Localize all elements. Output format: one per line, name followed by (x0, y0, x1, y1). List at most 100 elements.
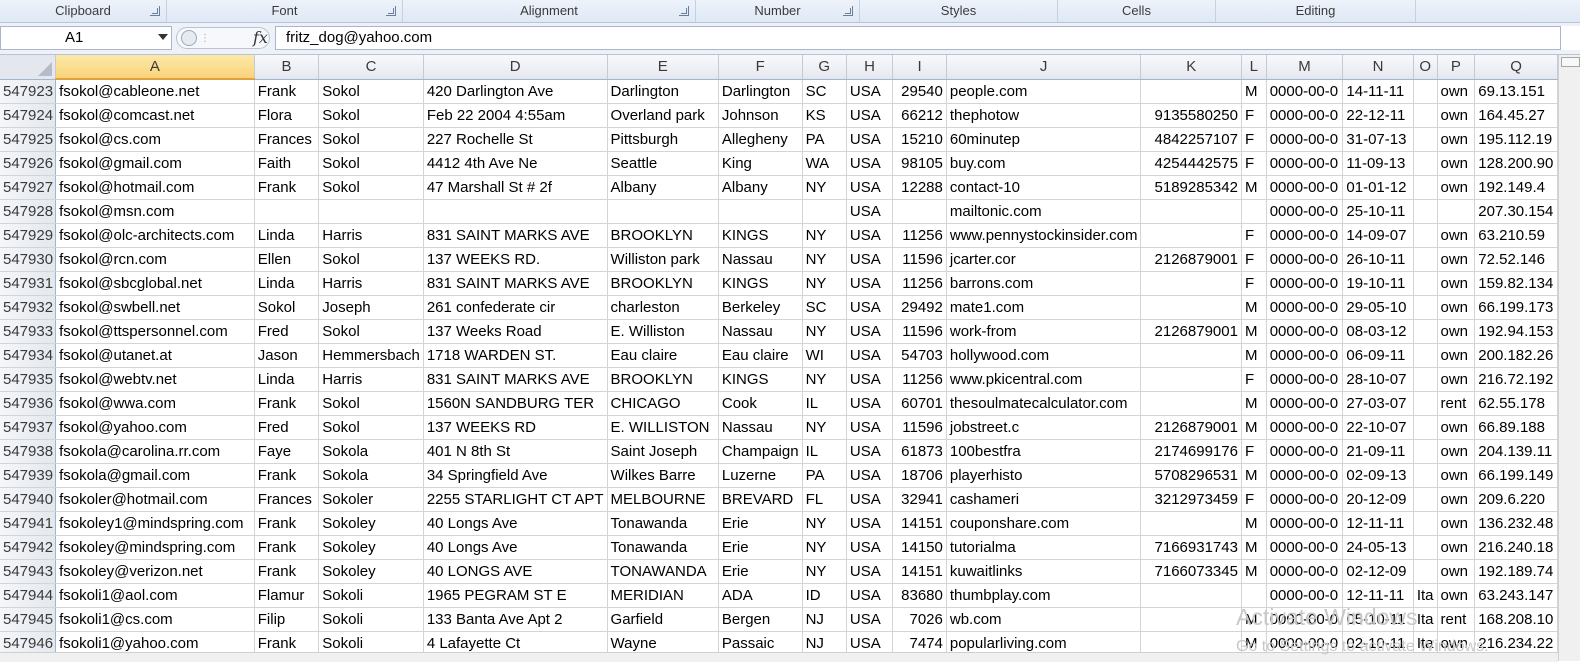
ribbon-group-number[interactable]: Number (696, 0, 860, 22)
cell-d[interactable]: Feb 22 2004 4:55am (423, 103, 608, 128)
cell-a[interactable]: fsokol@comcast.net (55, 103, 255, 128)
cell-h[interactable]: USA (846, 439, 894, 464)
cell-i[interactable]: 11256 (892, 271, 947, 296)
cell-b[interactable]: Frank (254, 463, 320, 488)
cell-f[interactable]: Bergen (718, 607, 803, 632)
cell-l[interactable]: F (1241, 367, 1267, 392)
cell-g[interactable]: NJ (802, 607, 847, 632)
cell-h[interactable]: USA (846, 367, 894, 392)
row-header[interactable]: 547928 (0, 199, 57, 224)
cell-o[interactable] (1413, 559, 1438, 584)
cell-h[interactable]: USA (846, 535, 894, 560)
cell-n[interactable]: 19-10-11 (1342, 271, 1414, 296)
cell-g[interactable]: FL (802, 487, 847, 512)
cell-g[interactable]: PA (802, 127, 847, 152)
cell-q[interactable]: 136.232.48 (1474, 511, 1558, 536)
cell-e[interactable]: Tonawanda (607, 535, 719, 560)
cell-n[interactable]: 25-10-11 (1342, 199, 1414, 224)
cell-o[interactable] (1413, 199, 1438, 224)
row-header[interactable]: 547946 (0, 631, 57, 652)
cell-o[interactable] (1413, 391, 1438, 416)
cell-e[interactable]: MERIDIAN (607, 583, 719, 608)
cell-k[interactable] (1140, 271, 1242, 296)
cell-p[interactable]: own (1437, 415, 1476, 440)
cell-e[interactable]: Pittsburgh (607, 127, 719, 152)
cell-c[interactable]: Sokoley (318, 535, 424, 560)
cell-e[interactable]: Garfield (607, 607, 719, 632)
cell-a[interactable]: fsokoley1@mindspring.com (55, 511, 255, 536)
cell-a[interactable]: fsokol@rcn.com (55, 247, 255, 272)
select-all-button[interactable] (0, 55, 57, 80)
cell-h[interactable]: USA (846, 127, 894, 152)
ribbon-group-cells[interactable]: Cells (1058, 0, 1216, 22)
cell-i[interactable]: 14150 (892, 535, 947, 560)
cell-m[interactable]: 0000-00-0 (1266, 559, 1344, 584)
cell-k[interactable] (1140, 295, 1242, 320)
cell-m[interactable]: 0000-00-0 (1266, 343, 1344, 368)
cell-d[interactable]: 137 WEEKS RD. (423, 247, 608, 272)
cell-j[interactable]: thesoulmatecalculator.com (946, 391, 1142, 416)
cell-f[interactable]: KINGS (718, 367, 803, 392)
cell-j[interactable]: tutorialma (946, 535, 1142, 560)
cell-i[interactable] (892, 199, 947, 224)
cell-m[interactable]: 0000-00-0 (1266, 247, 1344, 272)
dialog-launcher-icon[interactable] (150, 6, 160, 16)
cell-i[interactable]: 7474 (892, 631, 947, 652)
cell-o[interactable] (1413, 247, 1438, 272)
cell-f[interactable]: BREVARD (718, 487, 803, 512)
cell-m[interactable]: 0000-00-0 (1266, 487, 1344, 512)
cell-g[interactable]: NY (802, 559, 847, 584)
cell-l[interactable]: F (1241, 103, 1267, 128)
cell-o[interactable] (1413, 535, 1438, 560)
cell-c[interactable]: Sokol (318, 79, 424, 104)
worksheet-grid[interactable]: ABCDEFGHIJKLMNOPQ 547923 fsokol@cableone.… (0, 55, 1558, 652)
cell-k[interactable]: 7166073345 (1140, 559, 1242, 584)
row-header[interactable]: 547942 (0, 535, 57, 560)
cell-b[interactable]: Flora (254, 103, 320, 128)
cell-e[interactable]: Darlington (607, 79, 719, 104)
cell-n[interactable]: 02-09-13 (1342, 463, 1414, 488)
cell-p[interactable]: own (1437, 487, 1476, 512)
cell-n[interactable]: 08-03-12 (1342, 319, 1414, 344)
cell-q[interactable]: 66.199.173 (1474, 295, 1558, 320)
row-header[interactable]: 547923 (0, 79, 57, 104)
cell-l[interactable]: M (1241, 295, 1267, 320)
cell-f[interactable]: ADA (718, 583, 803, 608)
column-header-c[interactable]: C (318, 55, 424, 80)
cell-l[interactable]: M (1241, 391, 1267, 416)
cell-f[interactable]: Nassau (718, 319, 803, 344)
cell-b[interactable]: Frank (254, 535, 320, 560)
cell-d[interactable]: 831 SAINT MARKS AVE (423, 223, 608, 248)
row-header[interactable]: 547938 (0, 439, 57, 464)
cell-o[interactable] (1413, 271, 1438, 296)
cell-l[interactable]: F (1241, 439, 1267, 464)
cell-l[interactable]: F (1241, 127, 1267, 152)
cell-b[interactable]: Fred (254, 415, 320, 440)
cell-d[interactable]: 40 Longs Ave (423, 511, 608, 536)
cell-j[interactable]: contact-10 (946, 175, 1142, 200)
cell-e[interactable]: MELBOURNE (607, 487, 719, 512)
cell-d[interactable]: 831 SAINT MARKS AVE (423, 367, 608, 392)
column-header-n[interactable]: N (1342, 55, 1414, 80)
column-header-g[interactable]: G (802, 55, 847, 80)
cell-g[interactable]: SC (802, 295, 847, 320)
row-header[interactable]: 547935 (0, 367, 57, 392)
cell-i[interactable]: 83680 (892, 583, 947, 608)
cell-q[interactable]: 63.243.147 (1474, 583, 1558, 608)
cell-l[interactable]: M (1241, 415, 1267, 440)
cell-c[interactable]: Sokoley (318, 511, 424, 536)
cell-b[interactable]: Frank (254, 79, 320, 104)
cell-d[interactable]: 4 Lafayette Ct (423, 631, 608, 652)
cell-j[interactable]: jobstreet.c (946, 415, 1142, 440)
row-header[interactable]: 547945 (0, 607, 57, 632)
cell-f[interactable]: Erie (718, 511, 803, 536)
vertical-scrollbar[interactable] (1558, 55, 1580, 661)
cell-h[interactable]: USA (846, 295, 894, 320)
cell-f[interactable]: Eau claire (718, 343, 803, 368)
cell-o[interactable] (1413, 127, 1438, 152)
cell-k[interactable]: 2174699176 (1140, 439, 1242, 464)
cell-h[interactable]: USA (846, 319, 894, 344)
cell-j[interactable]: jcarter.cor (946, 247, 1142, 272)
cell-i[interactable]: 15210 (892, 127, 947, 152)
row-header[interactable]: 547940 (0, 487, 57, 512)
